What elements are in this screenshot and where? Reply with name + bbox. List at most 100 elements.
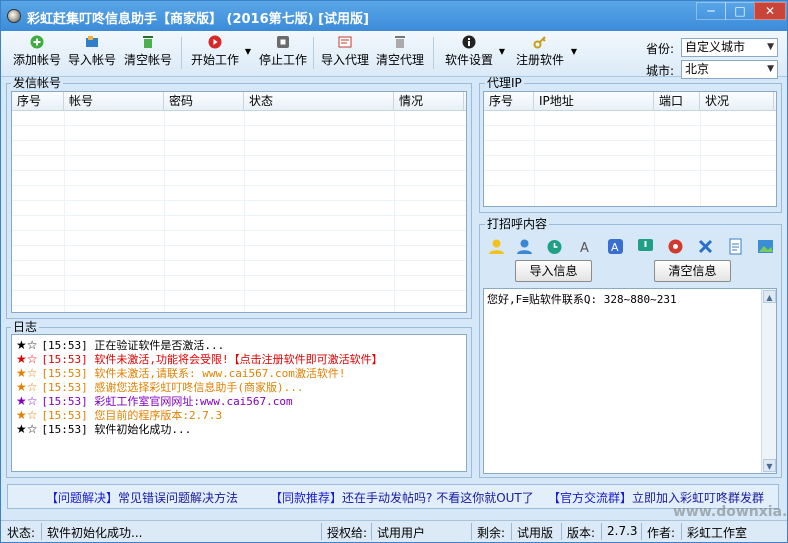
accounts-group-label: 发信帐号 <box>11 76 64 90</box>
greeting-scrollbar[interactable]: ▲ ▼ <box>761 289 776 473</box>
province-select[interactable]: 自定义城市 ▼ <box>681 38 778 57</box>
city-select[interactable]: 北京 ▼ <box>681 60 778 79</box>
greeting-textarea[interactable]: 您好,F≡贴软件联系Q: 328~880~231 <box>483 288 777 474</box>
table-row[interactable] <box>12 276 466 291</box>
clear-account-button[interactable]: 清空帐号 <box>121 35 175 73</box>
add-icon <box>30 35 44 49</box>
register-label: 注册软件 <box>515 53 564 67</box>
star-icon: ★☆ <box>16 408 42 422</box>
settings-button[interactable]: 软件设置 ▼ <box>443 35 505 73</box>
import-account-button[interactable]: 导入帐号 <box>66 35 118 73</box>
city-value: 北京 <box>685 62 710 76</box>
proxy-table[interactable]: 序号 IP地址 端口 状况 <box>483 91 777 207</box>
link-text: 立即加入彩虹叮咚群发群 <box>632 491 765 505</box>
clear-proxy-button[interactable]: 清空代理 <box>374 35 426 73</box>
maximize-button[interactable]: □ <box>725 2 755 20</box>
log-time: [15:53] <box>41 409 95 422</box>
log-entry: ★☆ [15:53] 正在验证软件是否激活... <box>16 338 224 352</box>
col-header[interactable]: 状态 <box>244 92 394 111</box>
table-row[interactable] <box>484 111 776 126</box>
font-color-icon[interactable]: A <box>607 238 624 255</box>
import-proxy-button[interactable]: 导入代理 <box>319 35 371 73</box>
settings-dropdown-icon[interactable]: ▼ <box>499 47 505 56</box>
table-row[interactable] <box>12 231 466 246</box>
table-row[interactable] <box>12 201 466 216</box>
table-row[interactable] <box>12 291 466 306</box>
title-bar: 彩虹赶集叮咚信息助手【商家版】 (2016第七版) [试用版] ─ □ ✕ <box>1 1 787 31</box>
col-header[interactable]: 序号 <box>484 92 534 111</box>
col-header[interactable]: IP地址 <box>534 92 654 111</box>
log-text: 感谢您选择彩虹叮咚信息助手(商家版)... <box>94 381 304 394</box>
clear-info-button[interactable]: 清空信息 <box>654 260 731 282</box>
proxy-group-label: 代理IP <box>485 76 524 90</box>
log-entry: ★☆ [15:53] 软件未激活,请联系: www.cai567.com激活软件… <box>16 366 346 380</box>
add-account-button[interactable]: 添加帐号 <box>11 35 63 73</box>
user-blue-icon[interactable] <box>516 238 533 255</box>
minimize-button[interactable]: ─ <box>696 2 726 20</box>
star-icon: ★☆ <box>16 422 42 436</box>
table-row[interactable] <box>12 186 466 201</box>
import-info-button[interactable]: 导入信息 <box>515 260 592 282</box>
table-row[interactable] <box>484 156 776 171</box>
log-entry: ★☆ [15:53] 软件未激活,功能将会受限!【点击注册软件即可激活软件】 <box>16 352 383 366</box>
table-row[interactable] <box>12 111 466 126</box>
app-icon <box>7 9 21 23</box>
scroll-up-icon[interactable]: ▲ <box>763 290 776 303</box>
register-dropdown-icon[interactable]: ▼ <box>571 47 577 56</box>
close-button[interactable]: ✕ <box>754 2 786 20</box>
table-row[interactable] <box>12 141 466 156</box>
table-row[interactable] <box>484 171 776 186</box>
table-row[interactable] <box>12 216 466 231</box>
settings-icon <box>462 35 476 49</box>
log-box[interactable]: ★☆ [15:53] 正在验证软件是否激活... ★☆ [15:53] 软件未激活… <box>11 334 467 472</box>
province-value: 自定义城市 <box>685 40 746 54</box>
tools-icon[interactable] <box>697 238 714 255</box>
link-recommend[interactable]: 【同款推荐】还在手动发帖吗? 不看这你就OUT了 <box>270 489 534 506</box>
col-header[interactable]: 帐号 <box>64 92 164 111</box>
log-time: [15:53] <box>41 353 95 366</box>
link-problem-solving[interactable]: 【问题解决】常见错误问题解决方法 <box>46 489 238 506</box>
log-time: [15:53] <box>41 367 95 380</box>
table-row[interactable] <box>12 261 466 276</box>
col-header[interactable]: 密码 <box>164 92 244 111</box>
toolbar-separator <box>313 37 314 69</box>
col-header[interactable]: 情况 <box>394 92 464 111</box>
clock-icon[interactable] <box>546 238 563 255</box>
start-work-dropdown-icon[interactable]: ▼ <box>245 47 251 56</box>
col-header[interactable]: 序号 <box>12 92 64 111</box>
table-row[interactable] <box>12 126 466 141</box>
greeting-group-label: 打招呼内容 <box>485 217 550 231</box>
play-icon <box>208 35 222 49</box>
col-header[interactable]: 状况 <box>700 92 774 111</box>
table-row[interactable] <box>484 126 776 141</box>
table-row[interactable] <box>12 246 466 261</box>
register-button[interactable]: 注册软件 ▼ <box>513 35 577 73</box>
auth-value: 试用用户 <box>377 526 426 540</box>
accounts-table[interactable]: 序号 帐号 密码 状态 情况 <box>11 91 467 313</box>
chevron-down-icon: ▼ <box>767 64 774 74</box>
table-row[interactable] <box>484 141 776 156</box>
log-text: 软件初始化成功... <box>94 423 192 436</box>
document-icon[interactable] <box>727 238 744 255</box>
toolbar: 添加帐号 导入帐号 清空帐号 开始工作 ▼ 停止工作 导入代理 清空代理 软件设… <box>1 31 787 79</box>
user-yellow-icon[interactable] <box>488 238 505 255</box>
image-icon[interactable] <box>757 238 774 255</box>
version-value: 2.7.3 <box>607 524 638 538</box>
status-separator <box>641 523 642 540</box>
status-separator <box>681 523 682 540</box>
message-icon[interactable] <box>637 238 654 255</box>
table-row[interactable] <box>12 171 466 186</box>
clear-account-label: 清空帐号 <box>123 53 172 67</box>
log-time: [15:53] <box>41 381 95 394</box>
accounts-table-header: 序号 帐号 密码 状态 情况 <box>12 92 466 111</box>
stop-work-button[interactable]: 停止工作 <box>257 35 309 73</box>
font-icon[interactable]: A <box>577 238 594 255</box>
log-time: [15:53] <box>41 339 95 352</box>
col-header[interactable]: 端口 <box>654 92 700 111</box>
biohazard-icon[interactable] <box>667 238 684 255</box>
import-icon <box>86 36 98 47</box>
scroll-down-icon[interactable]: ▼ <box>763 459 776 472</box>
start-work-button[interactable]: 开始工作 ▼ <box>189 35 251 73</box>
table-row[interactable] <box>12 156 466 171</box>
log-text: 彩虹工作室官网网址:www.cai567.com <box>94 395 293 408</box>
